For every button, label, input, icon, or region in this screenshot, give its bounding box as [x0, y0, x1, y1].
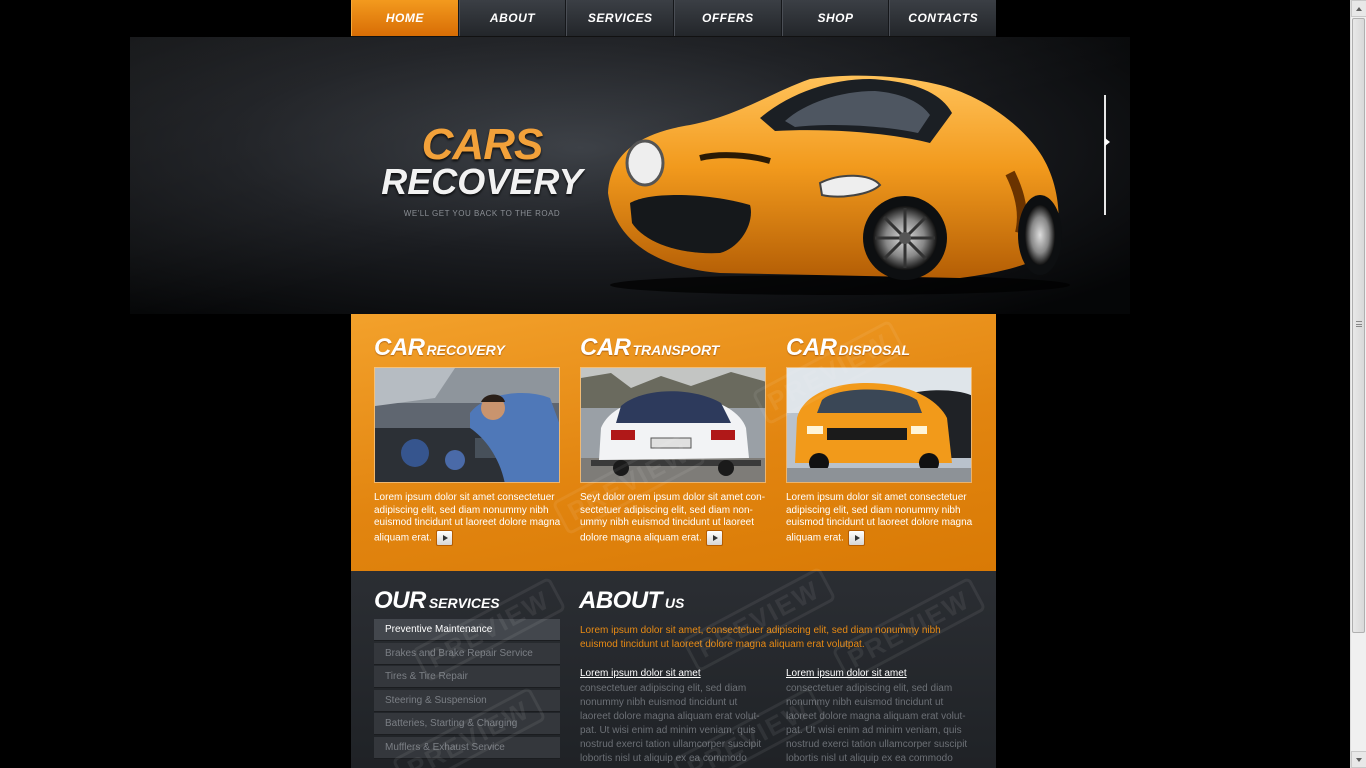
- scroll-down-arrow-icon[interactable]: [1351, 751, 1366, 768]
- section-title-big: ABOUT: [579, 587, 662, 614]
- read-more-button[interactable]: [847, 529, 865, 546]
- read-more-button[interactable]: [435, 529, 453, 546]
- feature-car-transport: CAR TRANSPORT Seyt dolor orem ipsum dolo…: [580, 334, 770, 546]
- feature-title-big: CAR: [374, 334, 425, 361]
- feature-title-small: RECOVERY: [426, 342, 505, 358]
- feature-title: CAR RECOVERY: [374, 334, 564, 362]
- feature-text-content: Lorem ipsum dolor sit amet consectetuer …: [374, 492, 561, 544]
- feature-car-recovery: CAR RECOVERY Lorem ipsum dolor sit amet c…: [374, 334, 564, 546]
- section-title-small: US: [664, 595, 685, 611]
- service-item-preventive-maintenance[interactable]: Preventive Maintenance: [374, 619, 560, 641]
- preview-watermark: PREVIEW: [681, 566, 837, 673]
- about-column-link[interactable]: Lorem ipsum dolor sit amet: [580, 667, 762, 681]
- lower-section: OUR SERVICES Preventive Maintenance Brake…: [351, 566, 996, 768]
- service-item-steering[interactable]: Steering & Suspension: [374, 689, 560, 712]
- nav-shop[interactable]: SHOP: [781, 0, 890, 36]
- features-block: CAR RECOVERY Lorem ipsum dolor sit amet c…: [351, 314, 996, 571]
- logo-cars-text: CARS: [421, 120, 544, 169]
- nav-services[interactable]: SERVICES: [566, 0, 675, 36]
- hero-sports-car-image: [608, 75, 1070, 295]
- hero-banner: CARS RECOVERY WE'LL GET YOU BACK TO THE …: [130, 37, 1130, 314]
- tow-truck-car-photo[interactable]: [580, 367, 766, 483]
- logo-tagline: WE'LL GET YOU BACK TO THE ROAD: [403, 209, 561, 218]
- feature-car-disposal: CAR DISPOSAL Lorem ipsum dolor sit amet …: [786, 334, 976, 546]
- section-title-big: OUR: [374, 587, 426, 614]
- about-us-title: ABOUT US: [579, 587, 684, 615]
- section-title-small: SERVICES: [428, 595, 500, 611]
- service-item-brakes[interactable]: Brakes and Brake Repair Service: [374, 642, 560, 665]
- our-services-title: OUR SERVICES: [374, 587, 500, 615]
- read-more-button[interactable]: [705, 529, 723, 546]
- feature-text: Lorem ipsum dolor sit amet consectetuer …: [786, 492, 976, 546]
- logo-recovery-text: RECOVERY: [381, 161, 583, 202]
- service-item-tires[interactable]: Tires & Tire Repair: [374, 666, 560, 689]
- feature-title: CAR DISPOSAL: [786, 334, 976, 362]
- feature-title-small: TRANSPORT: [632, 342, 720, 358]
- nav-about[interactable]: ABOUT: [458, 0, 567, 36]
- about-column-2: Lorem ipsum dolor sit amet consectetuer …: [786, 667, 968, 766]
- feature-text: Seyt dolor orem ipsum dolor sit amet con…: [580, 492, 770, 546]
- nav-contacts[interactable]: CONTACTS: [889, 0, 996, 36]
- main-nav: HOME ABOUT SERVICES OFFERS SHOP CONTACTS: [351, 0, 996, 37]
- services-list: Preventive Maintenance Brakes and Brake …: [374, 619, 560, 761]
- scroll-grip-icon: [1356, 321, 1362, 327]
- hero-edge-line: [1104, 95, 1106, 215]
- about-column-text: consectetuer adipiscing elit, sed diam n…: [580, 683, 762, 764]
- mechanic-engine-photo[interactable]: [374, 367, 560, 483]
- feature-title: CAR TRANSPORT: [580, 334, 770, 362]
- nav-offers[interactable]: OFFERS: [674, 0, 782, 36]
- about-lead-text: Lorem ipsum dolor sit amet, consectetuer…: [580, 625, 941, 650]
- feature-text-content: Seyt dolor orem ipsum dolor sit amet con…: [580, 492, 766, 544]
- about-column-link[interactable]: Lorem ipsum dolor sit amet: [786, 667, 968, 681]
- service-item-mufflers[interactable]: Mufflers & Exhaust Service: [374, 736, 560, 759]
- page-scrollbar[interactable]: [1350, 0, 1366, 768]
- about-column-1: Lorem ipsum dolor sit amet consectetuer …: [580, 667, 762, 766]
- feature-title-big: CAR: [786, 334, 837, 361]
- page-viewport: HOME ABOUT SERVICES OFFERS SHOP CONTACTS…: [0, 0, 1350, 768]
- site-logo[interactable]: CARS RECOVERY WE'LL GET YOU BACK TO THE …: [377, 120, 587, 219]
- mustang-lot-photo[interactable]: [786, 367, 972, 483]
- scroll-up-arrow-icon[interactable]: [1351, 0, 1366, 17]
- feature-text: Lorem ipsum dolor sit amet consectetuer …: [374, 492, 564, 546]
- about-column-text: consectetuer adipiscing elit, sed diam n…: [786, 683, 968, 764]
- nav-home[interactable]: HOME: [351, 0, 459, 36]
- feature-title-big: CAR: [580, 334, 631, 361]
- service-item-batteries[interactable]: Batteries, Starting & Charging: [374, 713, 560, 736]
- feature-text-content: Lorem ipsum dolor sit amet consectetuer …: [786, 492, 973, 544]
- hero-next-arrow-icon[interactable]: [1105, 138, 1110, 146]
- scroll-thumb[interactable]: [1352, 18, 1365, 633]
- feature-title-small: DISPOSAL: [838, 342, 911, 358]
